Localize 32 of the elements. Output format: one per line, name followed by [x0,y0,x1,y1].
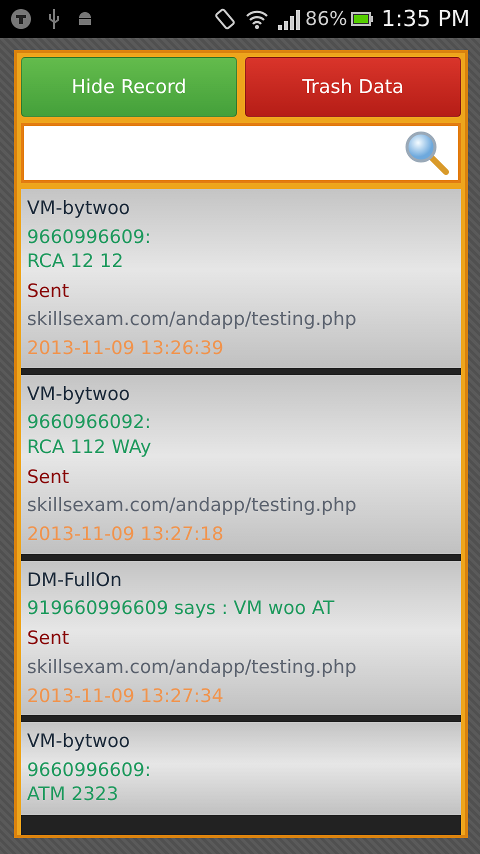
trash-button[interactable]: Trash Data [245,57,461,117]
wifi-icon [245,8,270,30]
message-text: 9660966092: RCA 112 WAy [27,411,152,460]
sender-name: VM-bytwoo [27,382,132,407]
search-field[interactable] [21,123,461,183]
battery-icon [351,11,374,27]
message-text: 9660996609: ATM 2323 [27,758,152,808]
record-item[interactable]: DM-FullOn 919660996609 says : VM woo AT Sent skillsexam.com/andapp/testing.php 2013-11-09 13:27:34 [21,560,461,716]
app-logo-icon [10,8,32,30]
record-item[interactable]: VM-bytwoo 9660966092: RCA 112 WAy Sent skillsexam.com/andapp/testing.php 2013-11-09 13:27:18 [21,374,461,554]
timestamp-text: 2013-11-09 13:27:34 [27,684,224,709]
record-item[interactable]: VM-bytwoo 9660996609: ATM 2323 [21,722,461,816]
usb-icon [48,8,60,30]
sender-name: VM-bytwoo [27,730,132,754]
timestamp-text: 2013-11-09 13:27:18 [27,522,224,547]
message-text: 919660996609 says : VM woo AT [27,597,336,622]
clock-time: 1:35 PM [381,6,470,34]
record-item[interactable]: VM-bytwoo 9660996609: RCA 12 12 Sent skillsexam.com/andapp/testing.php 2013-11-09 13:26:39 [21,189,461,368]
signal-icon [277,8,302,30]
url-text: skillsexam.com/andapp/testing.php [27,494,358,518]
battery-percent: 86% [305,6,348,32]
status-text: Sent [27,466,70,490]
status-text: Sent [27,280,70,304]
status-text: Sent [27,627,70,652]
sender-name: VM-bytwoo [27,197,132,221]
search-icon[interactable] [404,130,450,176]
rotate-icon [213,7,238,31]
url-text: skillsexam.com/andapp/testing.php [27,308,358,332]
timestamp-text: 2013-11-09 13:26:39 [27,337,224,362]
message-text: 9660996609: RCA 12 12 [27,226,152,274]
url-text: skillsexam.com/andapp/testing.php [27,656,358,680]
sender-name: DM-FullOn [27,568,123,593]
